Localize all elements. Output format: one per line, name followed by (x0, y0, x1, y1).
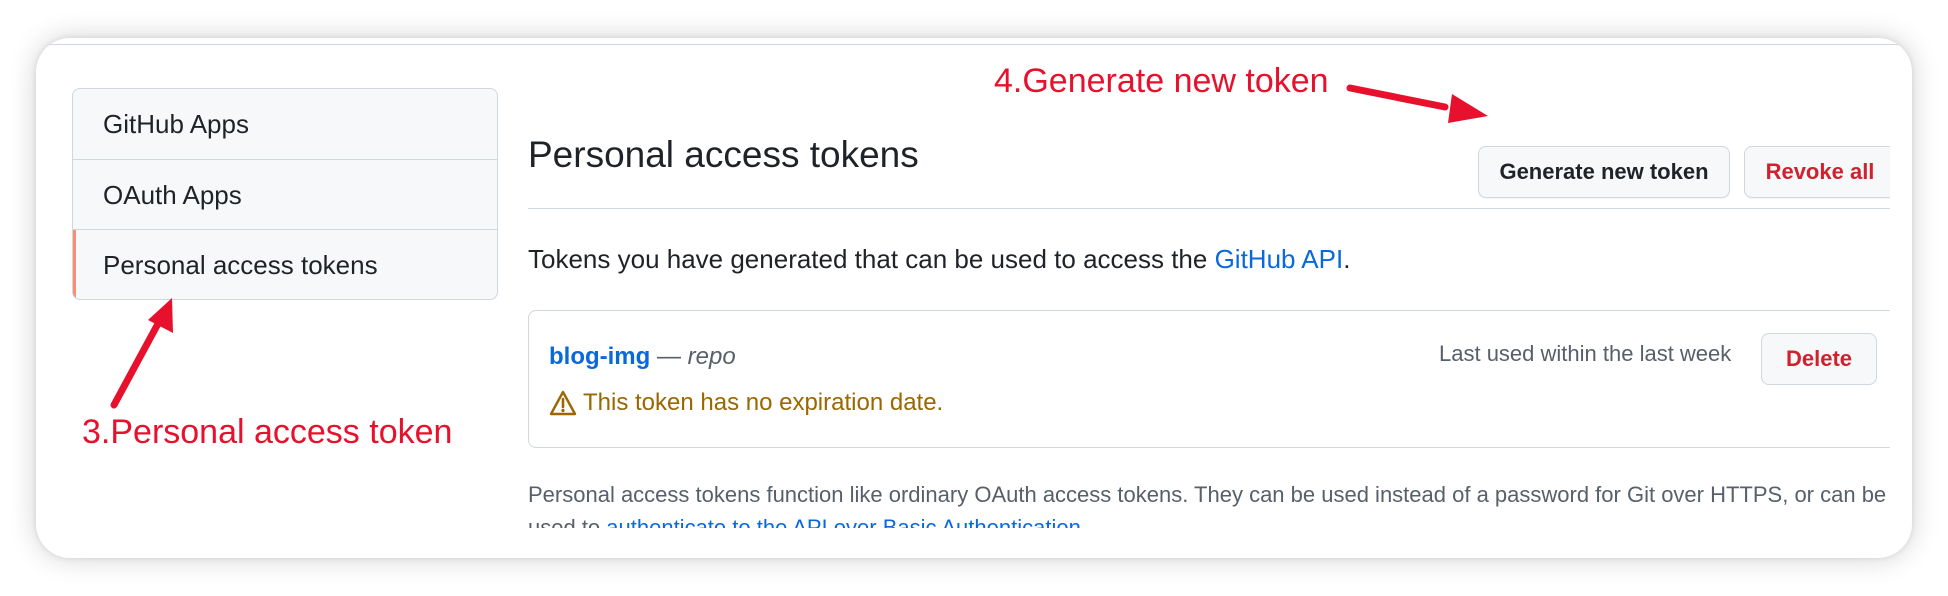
window-frame: GitHub Apps OAuth Apps Personal access t… (36, 38, 1912, 558)
token-list-item: blog-img — repo Last used within the las… (528, 310, 1890, 448)
delete-token-button[interactable]: Delete (1761, 333, 1877, 385)
basic-auth-link[interactable]: authenticate to the API over Basic Authe… (606, 515, 1081, 528)
token-last-used: Last used within the last week (1439, 341, 1732, 366)
alert-icon (549, 390, 577, 416)
sidebar-item-github-apps[interactable]: GitHub Apps (73, 89, 497, 159)
top-divider (36, 44, 1912, 45)
sidebar-item-label: OAuth Apps (103, 180, 242, 210)
sidebar-item-label: Personal access tokens (103, 250, 378, 280)
sidebar-item-label: GitHub Apps (103, 109, 249, 139)
token-separator: — (657, 343, 688, 370)
token-scope: — repo (657, 343, 736, 371)
token-explanation-note: Personal access tokens function like ord… (528, 478, 1890, 528)
token-expiration-warning: This token has no expiration date. (549, 389, 943, 417)
generate-new-token-button[interactable]: Generate new token (1478, 146, 1730, 198)
sidebar-item-oauth-apps[interactable]: OAuth Apps (73, 159, 497, 229)
developer-settings-sidebar: GitHub Apps OAuth Apps Personal access t… (72, 88, 498, 300)
annotation-step-4: 4.Generate new token (994, 62, 1329, 100)
page-title: Personal access tokens (528, 134, 919, 175)
intro-text-end: . (1343, 244, 1351, 274)
main-content: Personal access tokens Generate new toke… (528, 78, 1890, 528)
intro-text-body: Tokens you have generated that can be us… (528, 244, 1215, 274)
annotation-step-3: 3.Personal access token (82, 413, 453, 451)
token-scope-value: repo (687, 343, 736, 370)
github-api-link[interactable]: GitHub API (1215, 244, 1344, 274)
note-end: . (1080, 515, 1087, 528)
sidebar-item-personal-access-tokens[interactable]: Personal access tokens (73, 229, 497, 299)
token-name-link[interactable]: blog-img (549, 343, 650, 371)
intro-text: Tokens you have generated that can be us… (528, 244, 1350, 275)
warning-text: This token has no expiration date. (583, 389, 944, 416)
revoke-all-button[interactable]: Revoke all (1744, 146, 1890, 198)
header-divider (528, 208, 1890, 209)
